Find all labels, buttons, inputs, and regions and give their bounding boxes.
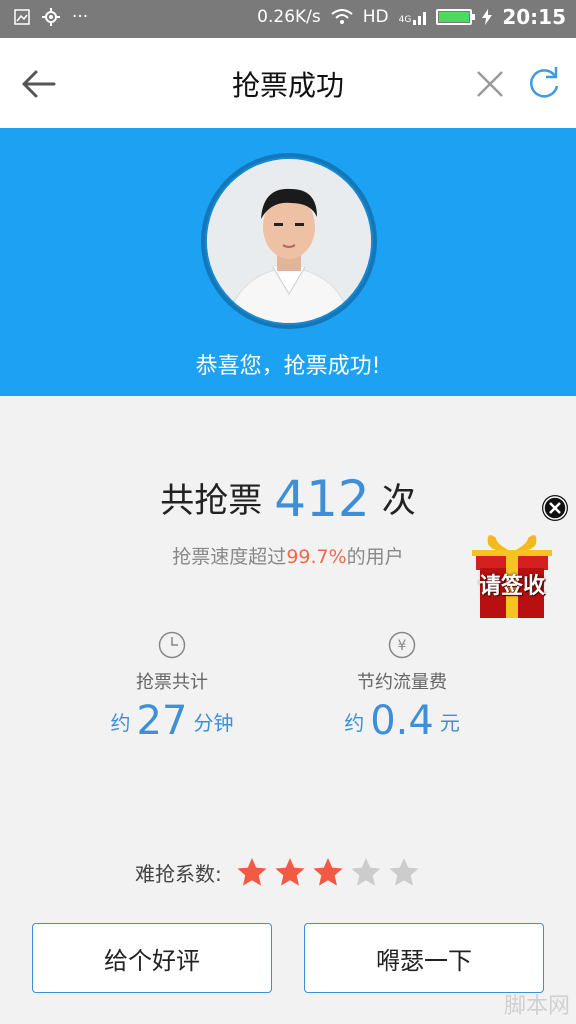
count-prefix: 共抢票 <box>160 481 263 521</box>
time-value-line: 约 27 分钟 <box>52 698 292 744</box>
grab-count-row: 共抢票 412 次 <box>0 470 576 528</box>
avatar <box>207 159 371 323</box>
gear-icon <box>42 8 60 26</box>
close-button[interactable] <box>470 64 510 104</box>
speed-percent: 99.7% <box>286 546 347 568</box>
clock-icon <box>157 630 187 660</box>
speed-suffix: 的用户 <box>346 546 404 568</box>
hd-label: HD <box>362 7 389 27</box>
net-type: 4G <box>398 15 412 25</box>
rate-button[interactable]: 给个好评 <box>32 923 272 993</box>
time-label: 抢票共计 <box>136 672 208 693</box>
yen-icon: ¥ <box>387 630 417 660</box>
status-right: 0.26K/s HD 4G 20:15 <box>257 5 566 29</box>
close-circle-icon <box>542 495 568 521</box>
saving-label: 节约流量费 <box>357 672 447 693</box>
promo-close-button[interactable] <box>541 494 569 522</box>
saving-value-line: 约 0.4 元 <box>282 698 522 744</box>
speed-prefix: 抢票速度超过 <box>172 546 287 568</box>
star-icon <box>351 858 381 886</box>
status-bar: ··· 0.26K/s HD 4G 20:15 <box>0 0 576 38</box>
close-icon <box>477 71 503 97</box>
time-prefix: 约 <box>110 711 131 735</box>
congrats-message: 恭喜您，抢票成功! <box>195 354 381 379</box>
title-bar: 抢票成功 <box>0 38 576 128</box>
battery-level <box>439 12 470 22</box>
grab-count: 412 <box>274 470 370 528</box>
difficulty-label: 难抢系数: <box>135 861 222 886</box>
saving-stat: ¥ 节约流量费 约 0.4 元 <box>282 630 522 744</box>
promo-text: 请签收 <box>478 574 545 599</box>
screenshot-icon <box>14 9 30 25</box>
saving-prefix: 约 <box>344 711 365 735</box>
star-icon <box>275 858 305 886</box>
star-icon <box>389 858 419 886</box>
gift-promo[interactable]: 请签收 <box>466 530 558 622</box>
difficulty-rating: 难抢系数: <box>135 852 420 892</box>
saving-value: 0.4 <box>370 698 434 744</box>
watermark: 脚本网 <box>503 994 570 1019</box>
count-suffix: 次 <box>381 481 416 521</box>
star-rating <box>236 856 420 888</box>
time-value: 27 <box>136 698 188 744</box>
share-button[interactable]: 嘚瑟一下 <box>304 923 544 993</box>
battery-icon <box>436 9 476 25</box>
star-icon <box>313 858 343 886</box>
time-stat: 抢票共计 约 27 分钟 <box>52 630 292 744</box>
wifi-icon <box>331 9 353 24</box>
more-notifications-icon: ··· <box>72 7 89 27</box>
signal-icon: 4G <box>399 9 427 25</box>
saving-unit: 元 <box>439 711 460 735</box>
network-speed: 0.26K/s <box>257 7 321 27</box>
charging-icon <box>482 9 493 25</box>
star-icon <box>237 858 267 886</box>
refresh-button[interactable] <box>522 62 566 106</box>
svg-text:¥: ¥ <box>398 638 407 654</box>
refresh-icon <box>530 67 559 98</box>
time-unit: 分钟 <box>193 711 234 735</box>
clock-time: 20:15 <box>502 5 566 29</box>
avatar-frame <box>201 153 377 329</box>
user-photo <box>207 159 371 323</box>
status-left-icons: ··· <box>14 7 88 27</box>
success-banner: 恭喜您，抢票成功! <box>0 128 576 396</box>
